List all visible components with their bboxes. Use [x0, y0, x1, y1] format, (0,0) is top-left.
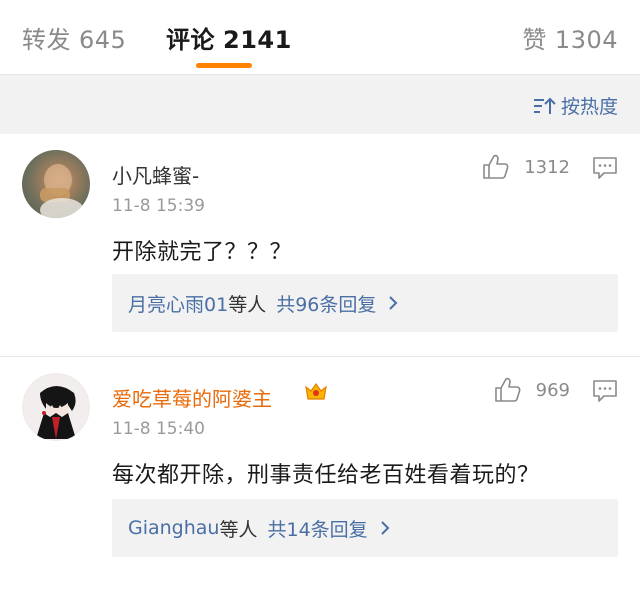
sort-bar: 按热度: [0, 74, 640, 134]
tab-repost-label: 转发: [22, 26, 71, 54]
username[interactable]: 小凡蜂蜜-: [112, 160, 199, 189]
sort-icon: [533, 97, 556, 114]
active-tab-indicator: [196, 63, 252, 68]
tab-like[interactable]: 赞 1304: [522, 20, 618, 55]
comment-text: 每次都开除，刑事责任给老百姓看着玩的？: [112, 463, 540, 488]
like-count: 1312: [524, 156, 570, 178]
comment-text: 开除就完了？？？: [112, 240, 293, 265]
tab-like-label: 赞: [522, 26, 547, 54]
replies-preview[interactable]: Gianghau 等人 共14条回复: [112, 499, 618, 557]
sort-by-hot-button[interactable]: 按热度: [533, 92, 618, 119]
avatar[interactable]: [22, 150, 90, 218]
reply-user[interactable]: Gianghau: [128, 517, 219, 539]
comment-item: 爱吃草莓的阿婆主 11-8 15:40 969 每次都开除，刑事责任给老百姓看着…: [0, 356, 640, 596]
tab-like-count: 1304: [554, 26, 618, 54]
username[interactable]: 爱吃草莓的阿婆主: [112, 383, 272, 412]
reply-count: 共96条回复: [276, 293, 377, 316]
chevron-right-icon: [389, 296, 398, 310]
avatar-image: [40, 164, 84, 218]
reply-etc: 等人: [228, 293, 267, 316]
reply-button[interactable]: [592, 379, 618, 407]
thumbs-up-icon: [483, 154, 509, 179]
comment-bubble-icon: [593, 157, 617, 179]
thumbs-up-icon: [494, 377, 521, 402]
tab-bar: 转发 645 评论 2141 赞 1304: [0, 0, 640, 74]
tab-repost[interactable]: 转发 645: [22, 20, 126, 55]
tab-comment[interactable]: 评论 2141: [166, 20, 292, 55]
timestamp: 11-8 15:39: [112, 196, 205, 216]
comment-bubble-icon: [593, 380, 617, 402]
tab-comment-label: 评论: [166, 26, 215, 54]
reply-count: 共14条回复: [267, 518, 368, 541]
like-button[interactable]: 1312: [482, 154, 570, 180]
reply-button[interactable]: [592, 156, 618, 184]
comment-item: 小凡蜂蜜- 11-8 15:39 1312 开除就完了？？？ 月亮心雨01 等人…: [0, 134, 640, 356]
reply-user[interactable]: 月亮心雨01: [128, 290, 228, 317]
sort-label: 按热度: [560, 96, 618, 118]
replies-preview[interactable]: 月亮心雨01 等人 共96条回复: [112, 274, 618, 332]
chevron-right-icon: [380, 521, 390, 535]
tab-comment-count: 2141: [223, 26, 292, 54]
like-count: 969: [535, 379, 570, 401]
avatar[interactable]: [22, 373, 90, 441]
timestamp: 11-8 15:40: [112, 419, 205, 439]
like-button[interactable]: 969: [494, 377, 570, 403]
reply-etc: 等人: [219, 518, 258, 541]
avatar-image: [24, 375, 88, 439]
vip-crown-icon: [305, 382, 327, 400]
tab-repost-count: 645: [79, 26, 127, 54]
